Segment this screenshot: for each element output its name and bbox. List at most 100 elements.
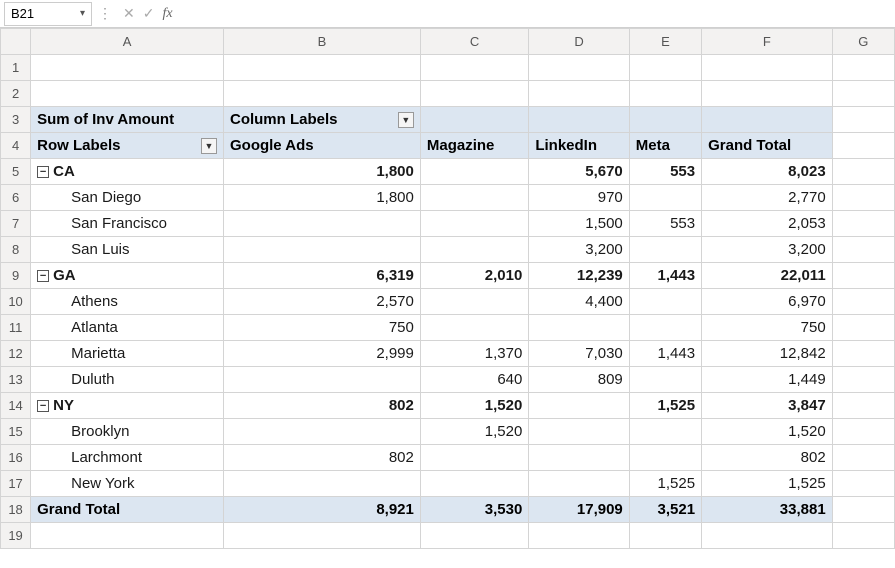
row-header[interactable]: 11 [1,315,31,341]
pivot-value[interactable]: 6,970 [702,289,832,314]
pivot-row-label[interactable]: San Luis [31,237,223,262]
pivot-value[interactable] [529,471,628,496]
pivot-row-label[interactable]: Athens [31,289,223,314]
cancel-formula-icon[interactable]: ✕ [123,5,135,22]
pivot-grand-total[interactable]: 33,881 [702,497,832,522]
row-header[interactable]: 10 [1,289,31,315]
row-header[interactable]: 12 [1,341,31,367]
pivot-value[interactable]: 2,770 [702,185,832,210]
col-header-C[interactable]: C [420,29,528,55]
pivot-value[interactable]: 750 [702,315,832,340]
pivot-group-row[interactable]: −NY [31,393,223,418]
column-labels-filter-icon[interactable]: ▼ [398,112,414,128]
pivot-value[interactable]: 6,319 [224,263,420,288]
row-labels-filter-icon[interactable]: ▼ [201,138,217,154]
row-header[interactable]: 18 [1,497,31,523]
pivot-value[interactable]: 970 [529,185,628,210]
pivot-row-label[interactable]: Larchmont [31,445,223,470]
pivot-row-label[interactable]: San Francisco [31,211,223,236]
pivot-value[interactable]: 1,520 [421,393,528,418]
pivot-value[interactable]: 802 [702,445,832,470]
row-header[interactable]: 5 [1,159,31,185]
row-header[interactable]: 6 [1,185,31,211]
pivot-value[interactable]: 2,010 [421,263,528,288]
select-all-corner[interactable] [1,29,31,55]
pivot-value[interactable] [630,419,701,444]
row-header[interactable]: 1 [1,55,31,81]
pivot-value[interactable]: 2,999 [224,341,420,366]
pivot-value[interactable] [630,445,701,470]
pivot-row-label[interactable]: Duluth [31,367,223,392]
pivot-value[interactable]: 2,053 [702,211,832,236]
pivot-value[interactable] [421,445,528,470]
row-header[interactable]: 17 [1,471,31,497]
pivot-value[interactable]: 3,200 [702,237,832,262]
pivot-grand-total[interactable]: 3,521 [630,497,701,522]
row-header[interactable]: 13 [1,367,31,393]
collapse-icon[interactable]: − [37,400,49,412]
pivot-value[interactable]: 1,520 [421,419,528,444]
row-header[interactable]: 3 [1,107,31,133]
pivot-value[interactable]: 809 [529,367,628,392]
chevron-down-icon[interactable]: ▾ [80,8,85,19]
pivot-group-row[interactable]: −CA [31,159,223,184]
pivot-value[interactable]: 7,030 [529,341,628,366]
pivot-value[interactable]: 1,370 [421,341,528,366]
col-header-E[interactable]: E [629,29,701,55]
pivot-value[interactable]: 1,525 [630,393,701,418]
pivot-row-label[interactable]: New York [31,471,223,496]
pivot-row-label[interactable]: Brooklyn [31,419,223,444]
pivot-value[interactable] [224,471,420,496]
pivot-grand-total[interactable]: 8,921 [224,497,420,522]
pivot-value[interactable] [630,367,701,392]
col-header-G[interactable]: G [832,29,894,55]
pivot-value[interactable]: 750 [224,315,420,340]
fx-label[interactable]: fx [162,6,172,22]
spreadsheet-grid[interactable]: A B C D E F G 1 2 3 Sum of Inv Amount Co… [0,28,895,549]
collapse-icon[interactable]: − [37,270,49,282]
pivot-value[interactable]: 1,800 [224,159,420,184]
row-header[interactable]: 2 [1,81,31,107]
pivot-value[interactable]: 802 [224,393,420,418]
pivot-value[interactable]: 1,520 [702,419,832,444]
col-header-D[interactable]: D [529,29,629,55]
pivot-value[interactable]: 22,011 [702,263,832,288]
pivot-value[interactable]: 640 [421,367,528,392]
pivot-value[interactable]: 3,200 [529,237,628,262]
pivot-value[interactable]: 1,443 [630,341,701,366]
collapse-icon[interactable]: − [37,166,49,178]
pivot-value[interactable] [529,393,628,418]
pivot-value[interactable] [224,419,420,444]
pivot-value[interactable] [421,211,528,236]
pivot-value[interactable]: 8,023 [702,159,832,184]
pivot-value[interactable]: 12,842 [702,341,832,366]
row-header[interactable]: 9 [1,263,31,289]
col-header-F[interactable]: F [702,29,833,55]
pivot-value[interactable] [421,315,528,340]
pivot-value[interactable] [630,315,701,340]
row-header[interactable]: 15 [1,419,31,445]
pivot-value[interactable] [224,237,420,262]
formula-input[interactable] [177,3,895,25]
row-header[interactable]: 7 [1,211,31,237]
pivot-value[interactable] [224,367,420,392]
pivot-value[interactable]: 5,670 [529,159,628,184]
pivot-value[interactable] [421,289,528,314]
accept-formula-icon[interactable]: ✓ [143,5,155,22]
pivot-value[interactable] [421,237,528,262]
row-header[interactable]: 14 [1,393,31,419]
pivot-value[interactable]: 1,500 [529,211,628,236]
pivot-value[interactable]: 2,570 [224,289,420,314]
pivot-value[interactable]: 12,239 [529,263,628,288]
pivot-value[interactable]: 1,443 [630,263,701,288]
pivot-row-label[interactable]: Atlanta [31,315,223,340]
pivot-row-label[interactable]: Marietta [31,341,223,366]
pivot-value[interactable] [529,315,628,340]
pivot-value[interactable] [529,445,628,470]
pivot-grand-total-label[interactable]: Grand Total [31,497,223,522]
pivot-grand-total[interactable]: 3,530 [421,497,528,522]
pivot-row-label[interactable]: San Diego [31,185,223,210]
pivot-value[interactable]: 3,847 [702,393,832,418]
pivot-value[interactable]: 1,525 [630,471,701,496]
pivot-value[interactable]: 802 [224,445,420,470]
